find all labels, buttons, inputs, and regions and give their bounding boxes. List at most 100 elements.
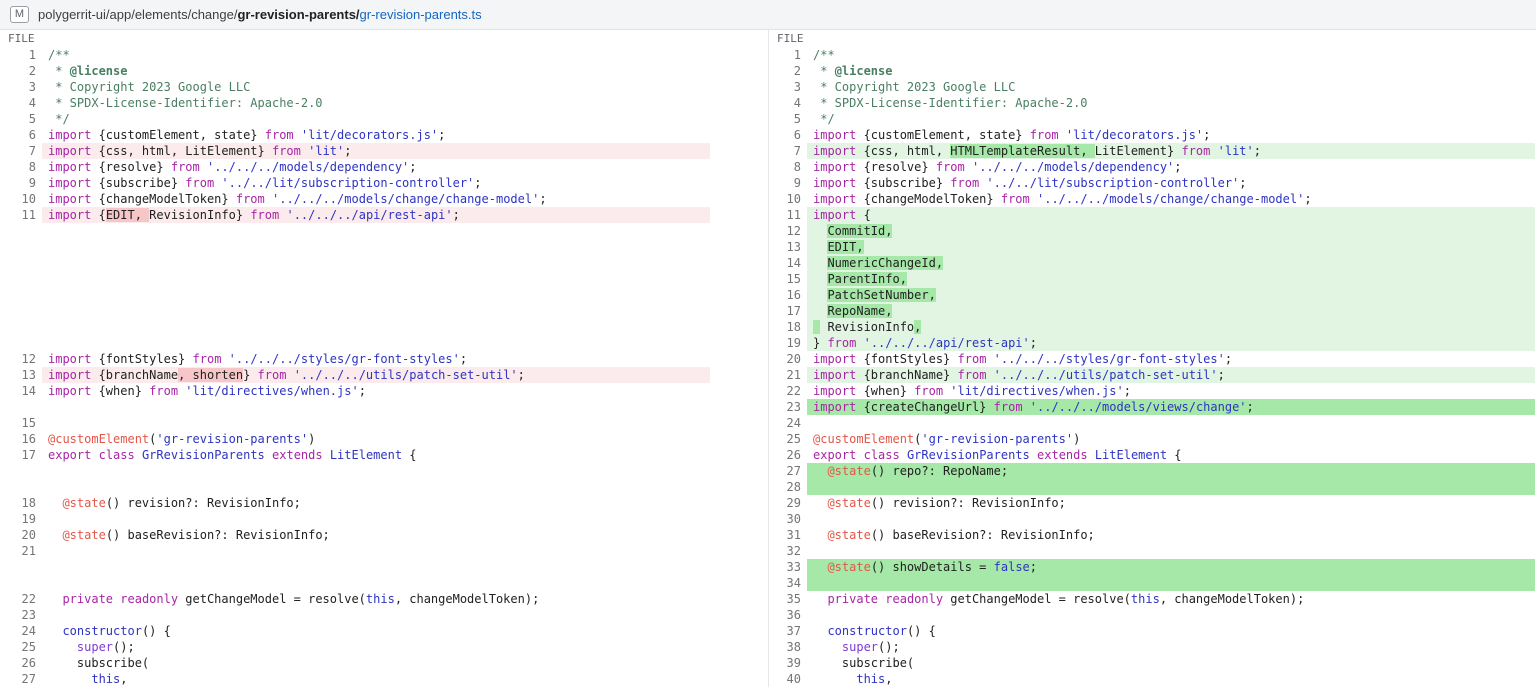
code-token: constructor [62,624,141,638]
line-number[interactable]: 21 [769,367,807,383]
line-number[interactable]: 37 [769,623,807,639]
line-number[interactable]: 15 [769,271,807,287]
code-line: import { [807,207,1535,223]
line-number[interactable]: 1 [769,47,807,63]
line-number[interactable]: 8 [769,159,807,175]
line-number[interactable]: 20 [0,527,42,543]
line-number[interactable]: 6 [769,127,807,143]
line-number[interactable]: 5 [0,111,42,127]
line-number[interactable]: 9 [0,175,42,191]
diff-row [0,335,768,351]
line-number[interactable]: 22 [0,591,42,607]
code-token: LitElement [1095,448,1167,462]
line-number[interactable]: 32 [769,543,807,559]
code-token [200,160,207,174]
line-number[interactable]: 20 [769,351,807,367]
line-number[interactable]: 19 [769,335,807,351]
code-token: () baseRevision?: RevisionInfo; [106,528,330,542]
code-token: import [813,176,856,190]
line-number[interactable]: 34 [769,575,807,591]
line-number[interactable]: 22 [769,383,807,399]
code-token: false [994,560,1030,574]
file-header: M polygerrit-ui/app/elements/change/gr-r… [0,0,1536,30]
line-number[interactable]: 2 [769,63,807,79]
line-number[interactable]: 24 [0,623,42,639]
line-number[interactable]: 2 [0,63,42,79]
diff-row [0,463,768,479]
line-number[interactable]: 35 [769,591,807,607]
diff-row: 3 * Copyright 2023 Google LLC [769,79,1535,95]
code-token: readonly [885,592,943,606]
line-number[interactable]: 13 [769,239,807,255]
code-line: constructor() { [42,623,710,639]
line-number[interactable]: 31 [769,527,807,543]
code-token: super [77,640,113,654]
code-token: LitElement [330,448,402,462]
line-number[interactable]: 10 [769,191,807,207]
line-number[interactable]: 19 [0,511,42,527]
diff-row: 21import {branchName} from '../../../uti… [769,367,1535,383]
line-number[interactable]: 25 [769,431,807,447]
code-line: */ [42,111,710,127]
line-number[interactable]: 27 [769,463,807,479]
line-number[interactable]: 24 [769,415,807,431]
line-number[interactable]: 7 [0,143,42,159]
code-rows-right: 1/**2 * @license3 * Copyright 2023 Googl… [769,47,1535,687]
diff-row: 10import {changeModelToken} from '../../… [769,191,1535,207]
code-token: from [258,368,287,382]
code-token: */ [813,112,835,126]
line-number[interactable]: 16 [769,287,807,303]
line-number[interactable]: 23 [769,399,807,415]
line-number[interactable]: 10 [0,191,42,207]
line-number[interactable]: 1 [0,47,42,63]
line-number[interactable]: 13 [0,367,42,383]
code-token: {resolve} [856,160,935,174]
line-number[interactable]: 7 [769,143,807,159]
line-number[interactable]: 17 [0,447,42,463]
line-number[interactable]: 17 [769,303,807,319]
code-line [42,607,710,623]
line-number[interactable]: 6 [0,127,42,143]
line-number[interactable]: 40 [769,671,807,687]
line-number[interactable]: 14 [769,255,807,271]
code-token: NumericChangeId, [827,256,943,270]
line-number[interactable]: 4 [769,95,807,111]
line-number[interactable]: 28 [769,479,807,495]
line-number[interactable]: 39 [769,655,807,671]
line-number[interactable]: 18 [0,495,42,511]
code-token: getChangeModel = resolve( [178,592,366,606]
line-number[interactable]: 16 [0,431,42,447]
line-number[interactable]: 12 [0,351,42,367]
file-path-link[interactable]: gr-revision-parents.ts [360,7,482,22]
code-line [42,559,710,575]
line-number[interactable]: 15 [0,415,42,431]
code-token [965,160,972,174]
line-number[interactable]: 25 [0,639,42,655]
line-number[interactable]: 27 [0,671,42,687]
code-token: 'lit' [308,144,344,158]
line-number[interactable]: 9 [769,175,807,191]
line-number[interactable]: 26 [769,447,807,463]
line-number[interactable]: 11 [0,207,42,223]
line-number[interactable]: 23 [0,607,42,623]
code-token: '../../../models/change/change-model' [272,192,539,206]
line-number[interactable]: 33 [769,559,807,575]
line-number[interactable]: 3 [0,79,42,95]
line-number[interactable]: 18 [769,319,807,335]
line-number[interactable]: 14 [0,383,42,399]
line-number[interactable]: 38 [769,639,807,655]
line-number[interactable]: 36 [769,607,807,623]
line-number[interactable]: 3 [769,79,807,95]
line-number[interactable]: 26 [0,655,42,671]
code-token: @state [827,528,870,542]
line-number[interactable]: 29 [769,495,807,511]
line-number[interactable]: 21 [0,543,42,559]
line-number[interactable]: 11 [769,207,807,223]
line-number[interactable]: 5 [769,111,807,127]
line-number[interactable]: 4 [0,95,42,111]
line-number[interactable]: 8 [0,159,42,175]
line-number[interactable]: 30 [769,511,807,527]
code-token: , [120,672,127,686]
line-number[interactable]: 12 [769,223,807,239]
code-token: from [1181,144,1210,158]
